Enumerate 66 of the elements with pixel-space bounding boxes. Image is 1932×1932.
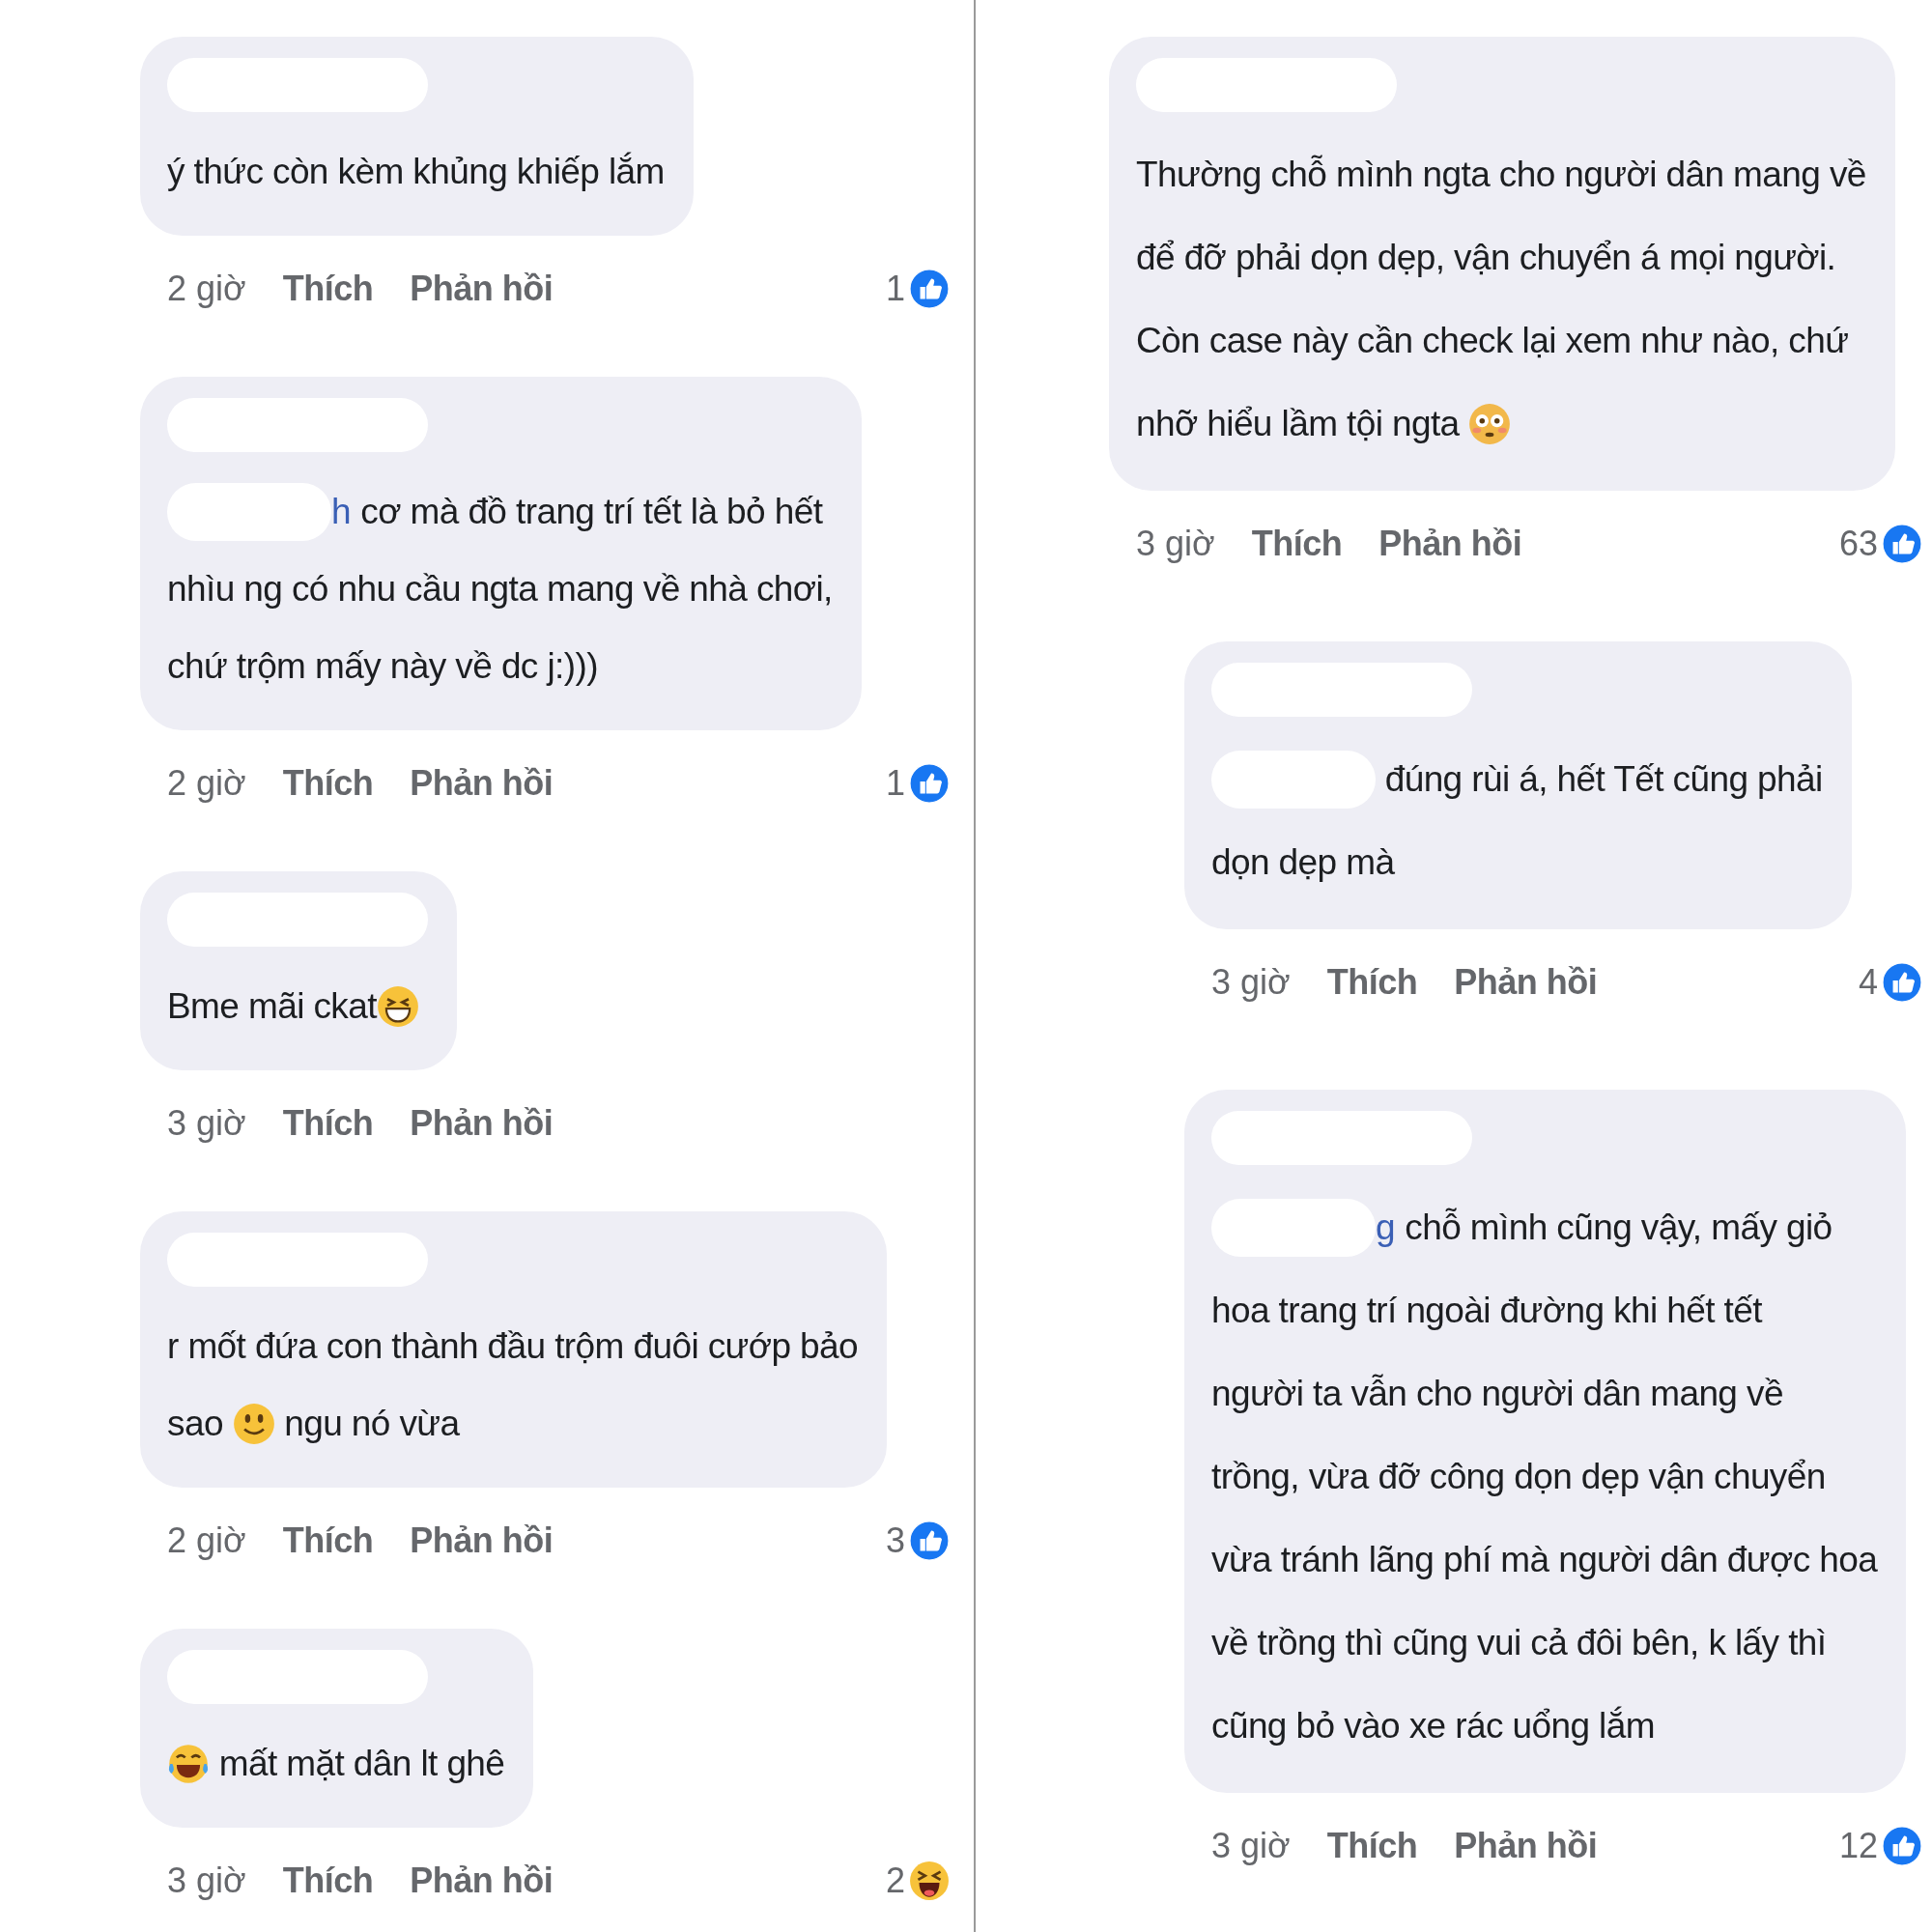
like-icon xyxy=(909,1520,950,1561)
comment-text: nhỡ hiểu lầm tội ngta xyxy=(1136,404,1461,444)
like-link[interactable]: Thích xyxy=(282,763,374,804)
comment-text: sao xyxy=(167,1404,224,1444)
mention-link[interactable]: h xyxy=(331,492,352,532)
comment-time: 3 giờ xyxy=(1211,962,1291,1003)
comment-time: 3 giờ xyxy=(167,1103,246,1144)
like-link[interactable]: Thích xyxy=(282,1103,374,1144)
reaction-count: 3 xyxy=(885,1520,905,1561)
comment-time: 3 giờ xyxy=(167,1861,246,1901)
reply-link[interactable]: Phản hồi xyxy=(410,1520,554,1561)
flushed-emoji-icon xyxy=(1468,403,1512,445)
comment-text: Bme mãi ckat xyxy=(167,986,377,1027)
comment-text: dọn dẹp mà xyxy=(1211,842,1395,883)
smiley-emoji-icon xyxy=(232,1403,275,1445)
reply-link[interactable]: Phản hồi xyxy=(1454,1826,1598,1866)
like-icon xyxy=(909,269,950,309)
reaction-count: 2 xyxy=(885,1861,905,1901)
comment-text: ngu nó vừa xyxy=(283,1404,460,1444)
comment-text: Còn case này cần check lại xem như nào, chứ xyxy=(1136,321,1849,361)
like-link[interactable]: Thích xyxy=(282,269,374,309)
comment-text: cơ mà đồ trang trí tết là bỏ hết xyxy=(359,492,823,532)
like-link[interactable]: Thích xyxy=(282,1861,374,1901)
comment-time: 3 giờ xyxy=(1136,524,1215,564)
reply-link[interactable]: Phản hồi xyxy=(410,269,554,309)
like-icon xyxy=(1882,1826,1922,1866)
reaction-count: 63 xyxy=(1838,524,1878,564)
reply-link[interactable]: Phản hồi xyxy=(410,1861,554,1901)
like-link[interactable]: Thích xyxy=(1326,1826,1418,1866)
like-link[interactable]: Thích xyxy=(1326,962,1418,1003)
comment-text: về trồng thì cũng vui cả đôi bên, k lấy thì xyxy=(1211,1623,1827,1663)
comment-text: mất mặt dân lt ghê xyxy=(217,1744,505,1784)
reply-link[interactable]: Phản hồi xyxy=(1378,524,1522,564)
comment-text: chỗ mình cũng vậy, mấy giỏ xyxy=(1404,1208,1833,1248)
comment-text: nhìu ng có nhu cầu ngta mang về nhà chơi, xyxy=(167,569,833,610)
comment-text: Thường chỗ mình ngta cho người dân mang về xyxy=(1136,155,1866,195)
comment-text: hoa trang trí ngoài đường khi hết tết xyxy=(1211,1291,1762,1331)
comment-text: r mốt đứa con thành đầu trộm đuôi cướp bảo xyxy=(167,1326,859,1367)
comment-text: vừa tránh lãng phí mà người dân được hoa xyxy=(1211,1540,1878,1580)
comment-text: người ta vẫn cho người dân mang về xyxy=(1211,1374,1783,1414)
like-icon xyxy=(909,763,950,804)
comment-text: đúng rùi á, hết Tết cũng phải xyxy=(1383,759,1823,800)
reaction-count: 1 xyxy=(885,763,905,804)
comment-text: ý thức còn kèm khủng khiếp lắm xyxy=(167,152,665,192)
grinning-emoji-icon xyxy=(376,985,419,1028)
mention-link[interactable]: g xyxy=(1376,1208,1396,1248)
reply-link[interactable]: Phản hồi xyxy=(410,763,554,804)
comment-text: để đỡ phải dọn dẹp, vận chuyển á mọi người. xyxy=(1136,238,1836,278)
laughing-tears-emoji-icon xyxy=(167,1743,210,1785)
comment-time: 2 giờ xyxy=(167,763,246,804)
reaction-count: 4 xyxy=(1858,962,1878,1003)
laughing-emoji-icon xyxy=(909,1861,950,1901)
like-icon xyxy=(1882,962,1922,1003)
comment-text: trồng, vừa đỡ công dọn dẹp vận chuyển xyxy=(1211,1457,1826,1497)
like-link[interactable]: Thích xyxy=(1251,524,1343,564)
like-link[interactable]: Thích xyxy=(282,1520,374,1561)
reply-link[interactable]: Phản hồi xyxy=(1454,962,1598,1003)
comment-text: cũng bỏ vào xe rác uổng lắm xyxy=(1211,1706,1655,1747)
comment-time: 2 giờ xyxy=(167,1520,246,1561)
comment-time: 3 giờ xyxy=(1211,1826,1291,1866)
comment-time: 2 giờ xyxy=(167,269,246,309)
like-icon xyxy=(1882,524,1922,564)
comment-text: chứ trộm mấy này về dc j:))) xyxy=(167,646,598,687)
reaction-count: 12 xyxy=(1838,1826,1878,1866)
reply-link[interactable]: Phản hồi xyxy=(410,1103,554,1144)
reaction-count: 1 xyxy=(885,269,905,309)
